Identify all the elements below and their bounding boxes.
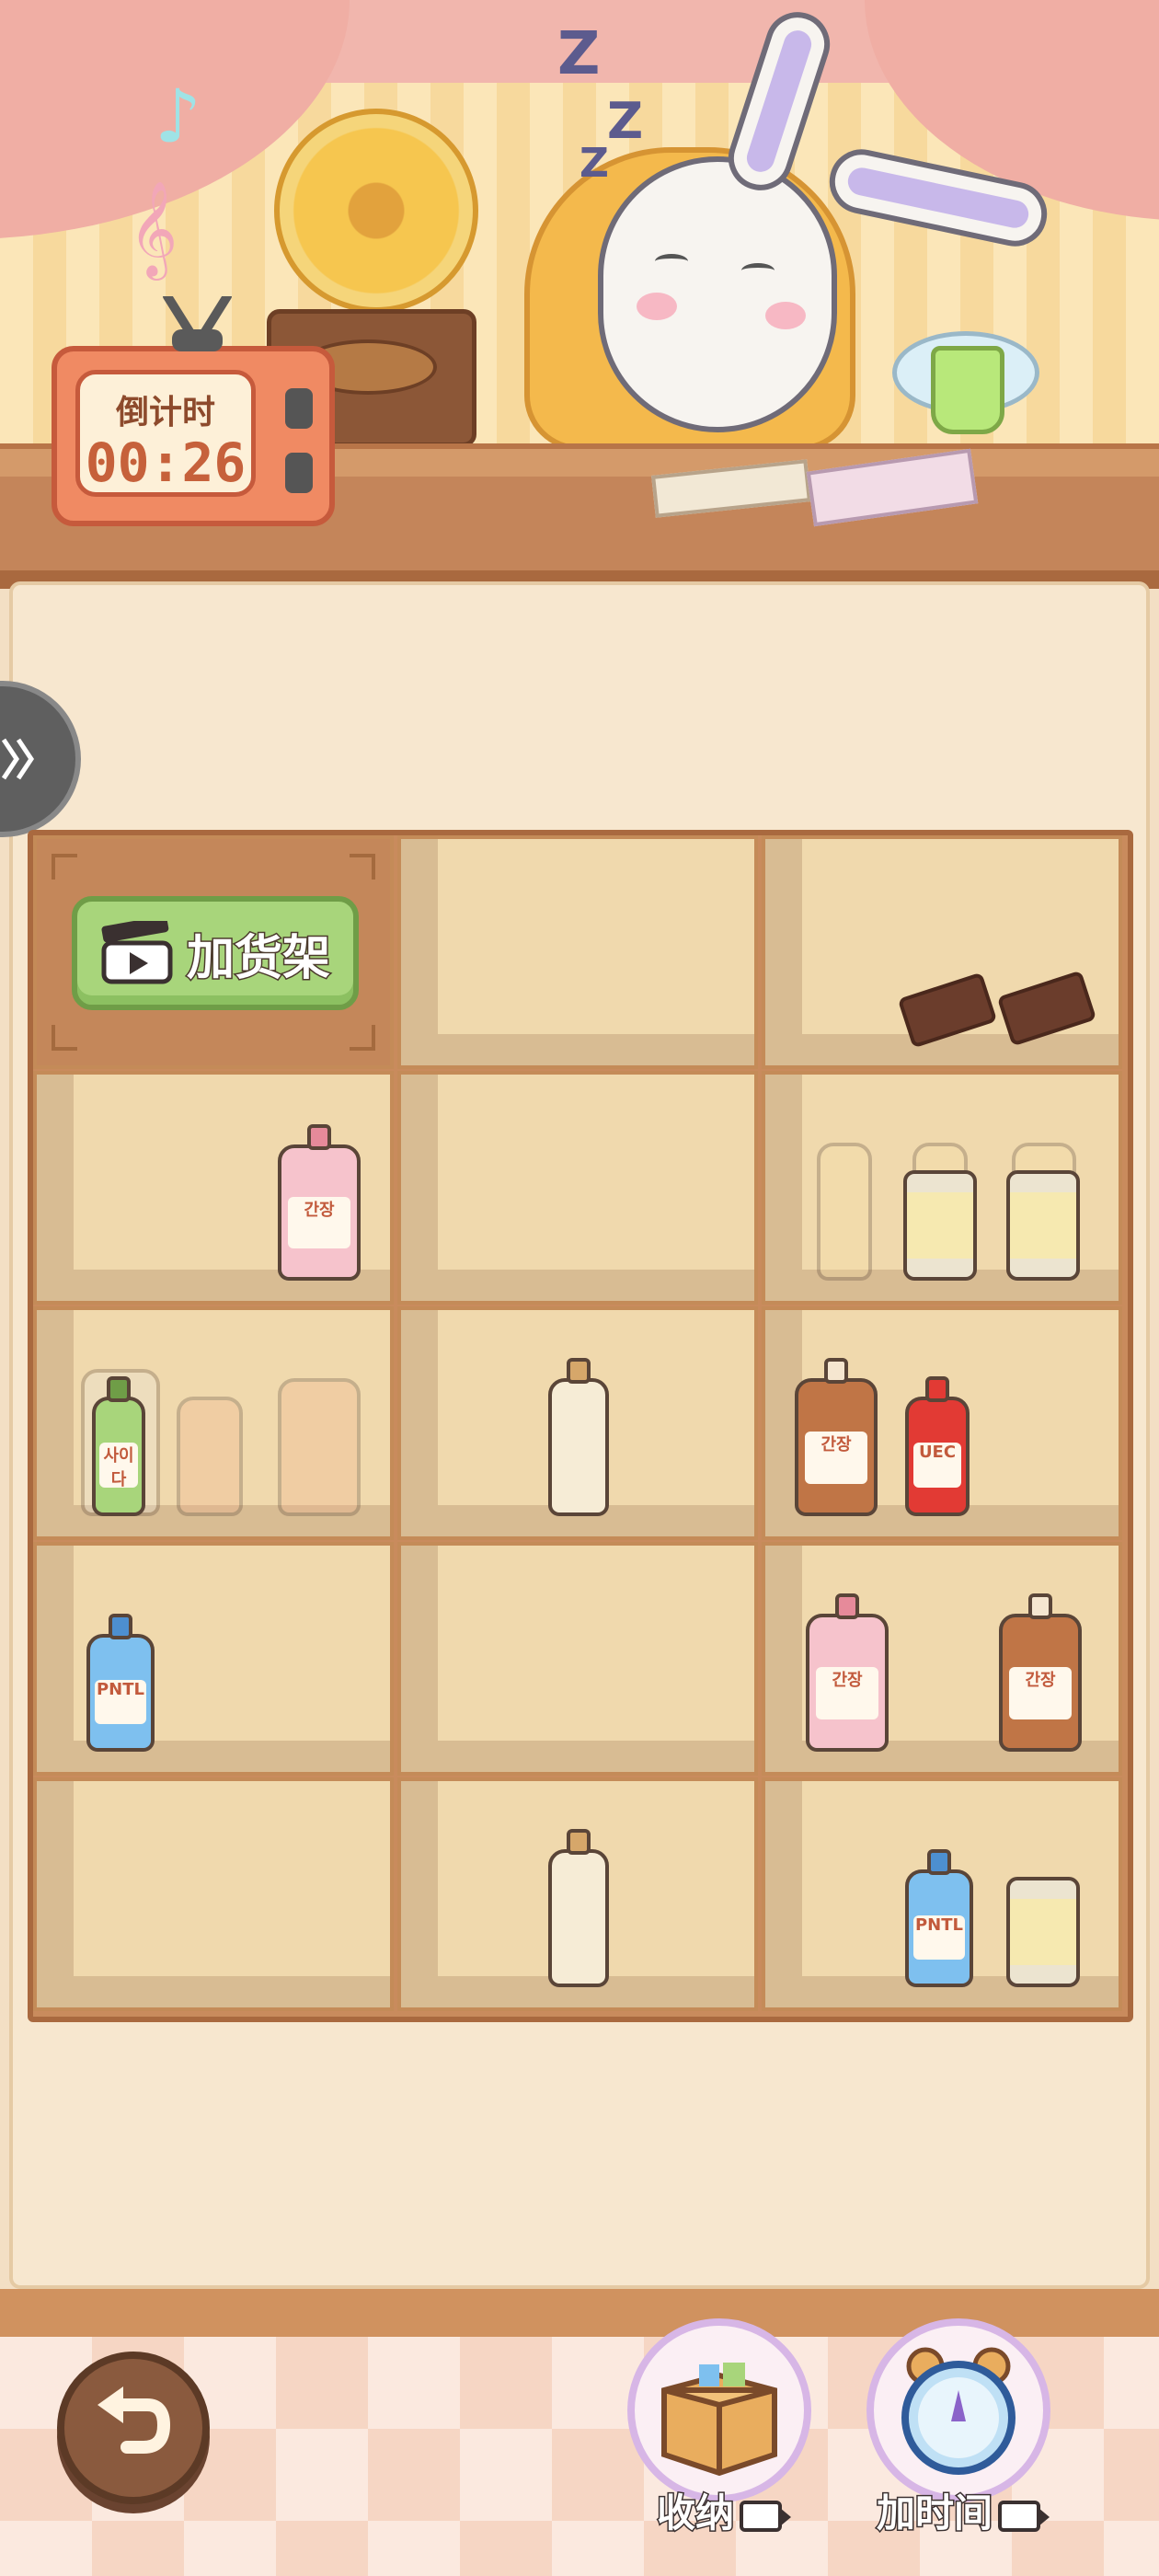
product-label: PNTL: [913, 1915, 965, 1960]
timer-display: 倒计时 00:26: [75, 370, 256, 497]
add-time-tool-button[interactable]: 加时间: [859, 2318, 1058, 2548]
radio-knob: [285, 388, 313, 429]
product-label: 간장: [1008, 1666, 1073, 1719]
antenna-icon: [163, 296, 232, 351]
shelf-slot[interactable]: [397, 835, 758, 1069]
sleep-z-icon: Z: [580, 140, 609, 187]
milk-bottle-item[interactable]: PNTL: [905, 1849, 973, 1987]
shelf-slot[interactable]: PNTL: [33, 1542, 394, 1776]
chocolate-bar-item[interactable]: [996, 970, 1097, 1047]
milk-bottle-item[interactable]: PNTL: [86, 1614, 155, 1752]
add-time-tool-label: 加时间: [850, 2482, 1067, 2538]
shelf-slot[interactable]: 간장 간장: [762, 1542, 1122, 1776]
room-scene: ♪ 𝄞 Z Z Z 倒计时 00:26: [0, 0, 1159, 589]
storage-tool-circle: [627, 2318, 811, 2502]
sauce-bottle-item[interactable]: 간장: [795, 1358, 878, 1516]
video-ad-icon: [740, 2500, 791, 2532]
milk-tea-bottle-item[interactable]: [548, 1358, 609, 1516]
alarm-clock-icon: [901, 2347, 1016, 2475]
canned-soda-item[interactable]: [903, 1170, 977, 1281]
timer-label: 倒计时: [115, 394, 215, 431]
radio-knob: [285, 453, 313, 493]
sleep-z-icon: Z: [607, 92, 644, 150]
box-icon: [661, 2363, 777, 2477]
product-label: 간장: [287, 1197, 351, 1249]
undo-button[interactable]: [57, 2352, 210, 2504]
shelf-slot[interactable]: 간장: [33, 1071, 394, 1305]
sauce-bottle-item[interactable]: 간장: [999, 1593, 1082, 1752]
product-label: 간장: [815, 1666, 879, 1719]
shelf-slot[interactable]: 사이다: [33, 1306, 394, 1540]
timer-value: 00:26: [85, 431, 247, 494]
sleep-z-icon: Z: [557, 20, 601, 88]
music-note-icon: ♪: [155, 74, 202, 159]
soda-bottle-item[interactable]: 사이다: [92, 1376, 145, 1516]
double-chevron-right-icon: [1, 738, 35, 780]
canned-soda-item[interactable]: [1006, 1877, 1080, 1987]
product-label: 간장: [804, 1431, 868, 1484]
undo-arrow-icon: [98, 2386, 171, 2454]
add-shelf-button[interactable]: 加货架: [72, 896, 359, 1010]
shelf-slot[interactable]: [397, 1542, 758, 1776]
shelf-slot[interactable]: [33, 1777, 394, 2011]
queued-item: [278, 1378, 361, 1516]
shelf-slot[interactable]: [397, 1071, 758, 1305]
ketchup-bottle-item[interactable]: UEC: [905, 1376, 970, 1516]
gramophone-horn: [274, 109, 478, 313]
product-label: 사이다: [99, 1443, 138, 1489]
sleeping-bunny: [598, 156, 837, 432]
shelf-slot[interactable]: [397, 1306, 758, 1540]
storage-tool-label: 收纳: [611, 2482, 828, 2538]
shelf-slot[interactable]: 간장 UEC: [762, 1306, 1122, 1540]
add-time-tool-circle: [866, 2318, 1050, 2502]
canned-soda-item[interactable]: [1006, 1170, 1080, 1281]
shelf-slot[interactable]: [762, 1071, 1122, 1305]
product-label: PNTL: [95, 1679, 146, 1724]
queued-item: [817, 1143, 872, 1281]
storage-tool-button[interactable]: 收纳: [620, 2318, 819, 2548]
clapperboard-icon: [101, 921, 173, 984]
milk-tea-bottle-item[interactable]: [548, 1829, 609, 1987]
shelf-slot[interactable]: [762, 835, 1122, 1069]
add-shelf-label: 加货架: [185, 929, 331, 987]
chocolate-bar-item[interactable]: [897, 972, 998, 1049]
shelf-grid: 加货架 간장 사이다 간장 UEC PNTL 간장 간장 PNTL: [28, 830, 1133, 2022]
treble-clef-icon: 𝄞: [129, 180, 178, 277]
video-ad-icon: [998, 2500, 1050, 2532]
sauce-bottle-item[interactable]: 간장: [806, 1593, 889, 1752]
sauce-bottle-item[interactable]: 간장: [278, 1124, 361, 1281]
countdown-radio: 倒计时 00:26: [52, 296, 335, 526]
shelf-slot[interactable]: [397, 1777, 758, 2011]
queued-item: [177, 1397, 243, 1516]
product-label: UEC: [912, 1443, 962, 1489]
lime-drink: [931, 346, 1004, 434]
shelf-slot-locked: 加货架: [33, 835, 394, 1069]
shelf-slot[interactable]: PNTL: [762, 1777, 1122, 2011]
